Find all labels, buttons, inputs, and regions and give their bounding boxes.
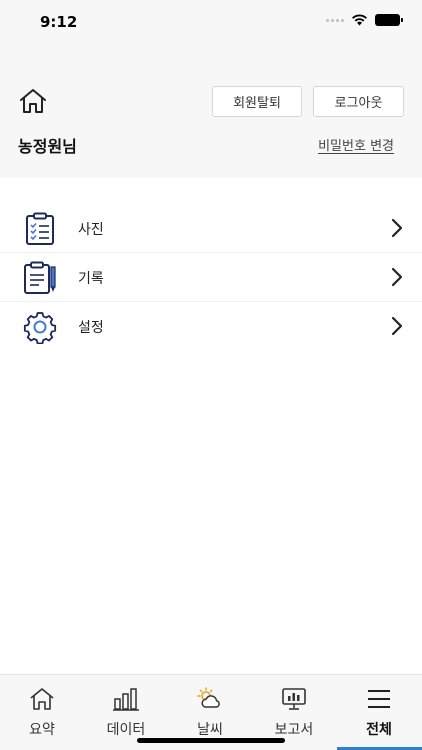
menu-item-settings[interactable]: 설정 bbox=[0, 302, 422, 351]
clipboard-pencil-icon bbox=[24, 261, 56, 294]
menu-list: 사진 기록 설정 bbox=[0, 204, 422, 351]
menu-item-photo[interactable]: 사진 bbox=[0, 204, 422, 253]
menu-item-record[interactable]: 기록 bbox=[0, 253, 422, 302]
tab-label: 날씨 bbox=[197, 722, 223, 738]
status-icons bbox=[326, 14, 403, 26]
clipboard-checklist-icon bbox=[26, 212, 54, 245]
tab-label: 보고서 bbox=[274, 722, 314, 738]
bar-chart-icon bbox=[113, 688, 139, 711]
account-header: 9:12 회원탈퇴 로그아웃 농정원님 비밀번호 변경 bbox=[0, 0, 422, 178]
menu-item-label: 기록 bbox=[78, 271, 104, 287]
chevron-right-icon bbox=[391, 316, 403, 336]
menu-icon bbox=[368, 690, 390, 708]
user-name: 농정원님 bbox=[18, 137, 77, 156]
chevron-right-icon bbox=[391, 267, 403, 287]
status-bar: 9:12 bbox=[0, 0, 422, 44]
withdraw-button[interactable]: 회원탈퇴 bbox=[212, 86, 302, 117]
tab-all[interactable]: 전체 bbox=[337, 675, 421, 750]
menu-item-label: 사진 bbox=[78, 222, 104, 238]
chevron-right-icon bbox=[391, 218, 403, 238]
signal-icon bbox=[326, 18, 344, 22]
weather-icon bbox=[197, 687, 220, 708]
change-password-link[interactable]: 비밀번호 변경 bbox=[318, 135, 394, 154]
tab-label: 전체 bbox=[366, 722, 392, 738]
monitor-report-icon bbox=[282, 688, 306, 710]
home-indicator bbox=[137, 738, 285, 743]
tab-label: 데이터 bbox=[106, 722, 146, 738]
menu-item-label: 설정 bbox=[78, 320, 104, 336]
home-icon[interactable] bbox=[18, 88, 48, 114]
home-icon bbox=[30, 688, 54, 710]
tab-summary[interactable]: 요약 bbox=[0, 675, 84, 750]
battery-icon bbox=[375, 14, 403, 26]
status-time: 9:12 bbox=[40, 13, 78, 31]
tab-label: 요약 bbox=[29, 722, 55, 738]
logout-button[interactable]: 로그아웃 bbox=[313, 86, 404, 117]
wifi-icon bbox=[352, 14, 367, 26]
gear-icon bbox=[23, 312, 57, 344]
